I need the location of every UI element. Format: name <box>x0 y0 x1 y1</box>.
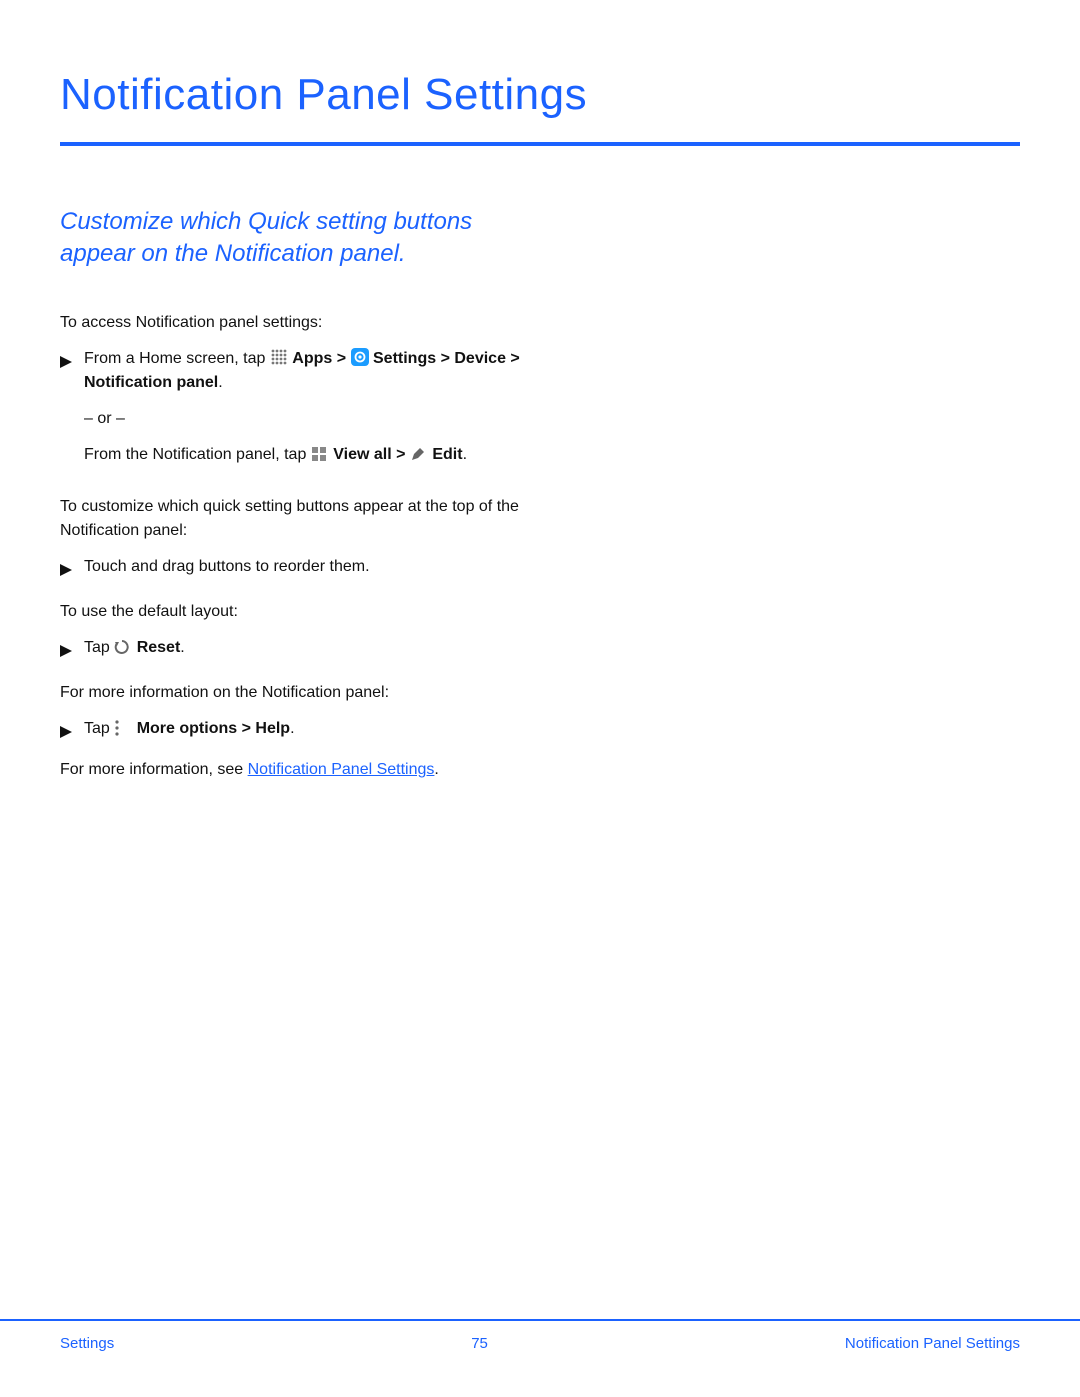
intro-text: Customize which Quick setting buttons ap… <box>60 206 480 271</box>
help-label: Help <box>255 720 290 737</box>
period: . <box>290 720 294 737</box>
triangle-bullet-icon <box>60 560 74 584</box>
reset-label: Reset <box>137 639 181 656</box>
step-text: Touch and drag buttons to reorder them. <box>84 555 540 579</box>
step-item: Tap Reset. <box>60 636 540 665</box>
apps-grid-icon <box>270 348 288 366</box>
viewall-label: View all <box>333 446 391 463</box>
step-text: From a Home screen, tap Apps > <box>84 347 540 395</box>
step-item: Touch and drag buttons to reorder them. <box>60 555 540 584</box>
more-options-label: More options <box>137 720 237 737</box>
triangle-bullet-icon <box>60 722 74 746</box>
section-lead: For more information on the Notification… <box>60 681 540 705</box>
settings-gear-icon <box>351 348 369 366</box>
triangle-bullet-icon <box>60 352 74 376</box>
triangle-bullet-icon <box>60 641 74 665</box>
gt: > <box>242 720 256 737</box>
period: . <box>218 374 222 391</box>
body-content: To access Notification panel settings: F… <box>60 311 540 782</box>
settings-label: Settings <box>373 350 436 367</box>
page-footer: Settings 75 Notification Panel Settings <box>0 1319 1080 1352</box>
period: . <box>180 639 184 656</box>
step-item: From a Home screen, tap Apps > <box>60 347 540 395</box>
pencil-edit-icon <box>410 446 428 464</box>
step-text: Tap Reset. <box>84 636 540 660</box>
text: . <box>434 761 438 778</box>
section-lead: To access Notification panel settings: <box>60 311 540 335</box>
gt: > <box>396 446 410 463</box>
period: . <box>463 446 467 463</box>
footer-right: Notification Panel Settings <box>845 1335 1020 1352</box>
text: From the Notification panel, tap <box>84 446 311 463</box>
step-alt: From the Notification panel, tap View al… <box>84 443 540 467</box>
text: From a Home screen, tap <box>84 350 270 367</box>
text: For more information, see <box>60 761 248 778</box>
more-options-dots-icon <box>114 720 132 738</box>
notification-panel-settings-link[interactable]: Notification Panel Settings <box>248 761 435 778</box>
tiles-icon <box>311 446 329 464</box>
edit-label: Edit <box>432 446 462 463</box>
section-lead: To customize which quick setting buttons… <box>60 495 540 543</box>
step-text: Tap More options > Help. <box>84 717 540 741</box>
or-text: – or – <box>84 407 540 431</box>
step-item: Tap More options > Help. <box>60 717 540 746</box>
gt: > <box>337 350 351 367</box>
footer-page-number: 75 <box>471 1335 488 1352</box>
section-lead: To use the default layout: <box>60 600 540 624</box>
reset-circular-arrow-icon <box>114 639 132 657</box>
apps-label: Apps <box>292 350 332 367</box>
text: Tap <box>84 720 114 737</box>
text: Tap <box>84 639 114 656</box>
page-title: Notification Panel Settings <box>60 70 1020 146</box>
footer-left: Settings <box>60 1335 114 1352</box>
page: Notification Panel Settings Customize wh… <box>0 0 1080 1397</box>
more-info-para: For more information, see Notification P… <box>60 758 540 782</box>
